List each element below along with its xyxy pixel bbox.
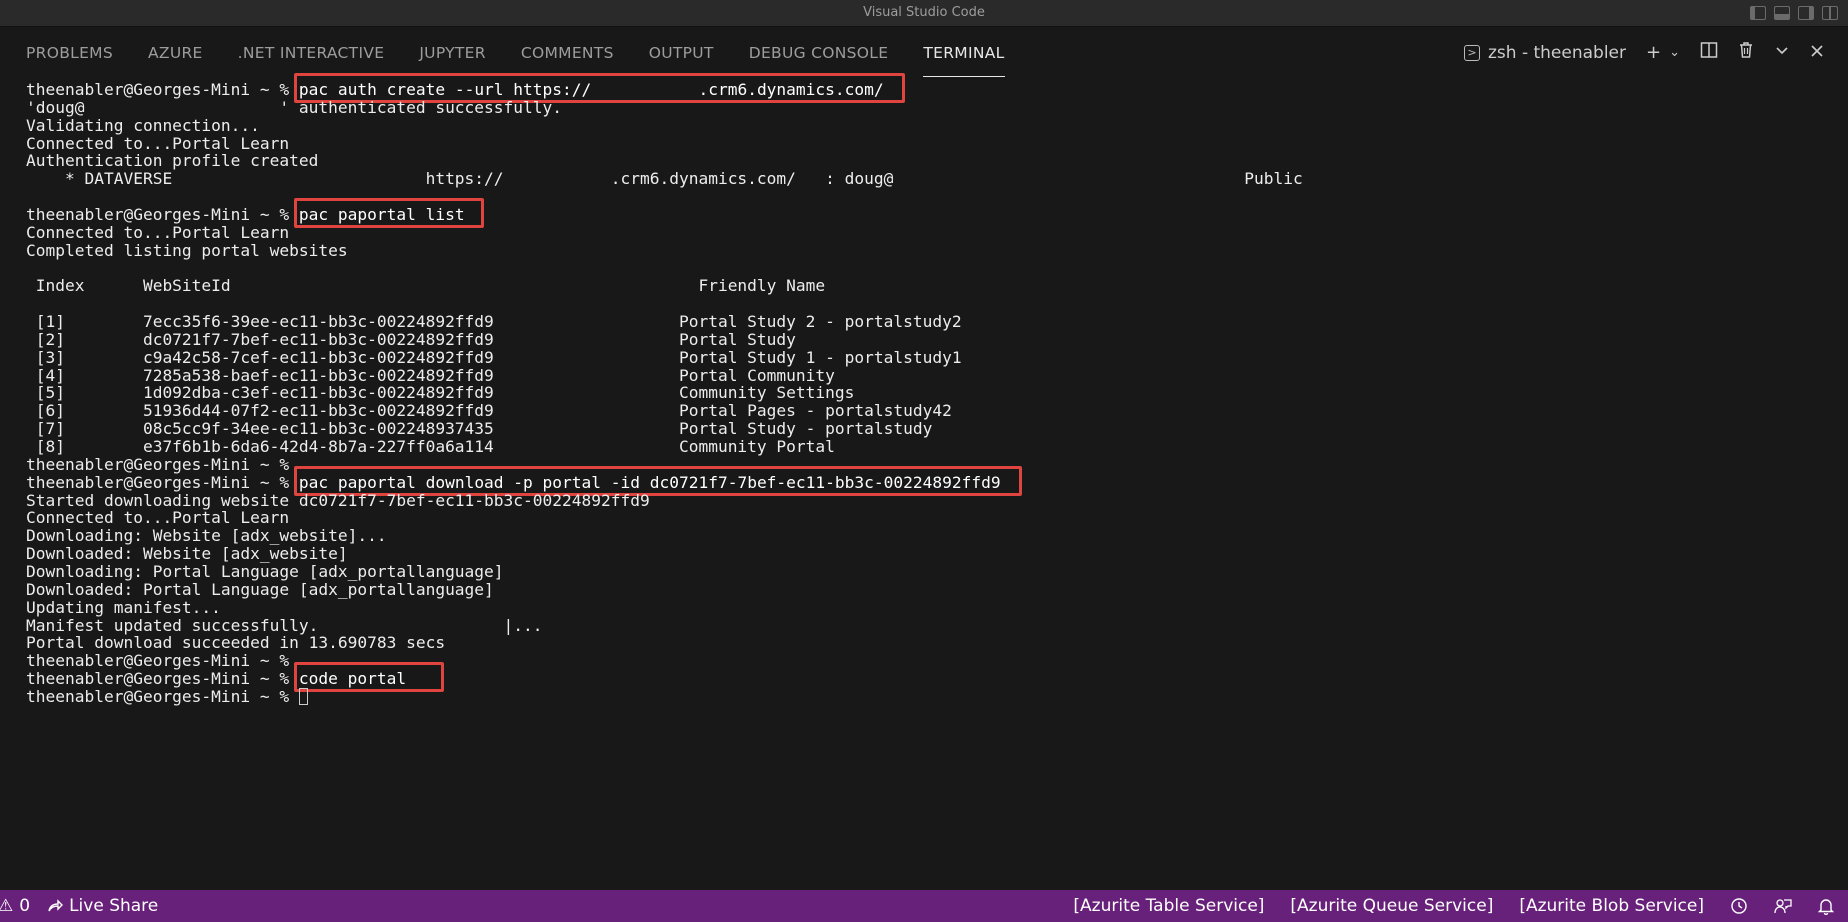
terminal-text: Index WebSiteId Friendly Name <box>26 276 826 296</box>
plus-icon[interactable]: + <box>1646 42 1661 63</box>
terminal-command: code portal <box>298 669 407 689</box>
terminal-text: * DATAVERSE https:// .crm6.dynamics.com/… <box>26 169 1303 189</box>
panel-header: PROBLEMS AZURE .NET INTERACTIVE JUPYTER COMM… <box>0 27 1848 79</box>
status-bar: ⚠ 0 Live Share [Azurite Table Service] [… <box>0 890 1848 922</box>
live-share-icon <box>48 898 64 911</box>
terminal-output-line: * DATAVERSE https:// .crm6.dynamics.com/… <box>26 168 1303 189</box>
azurite-blob-service[interactable]: [Azurite Blob Service] <box>1519 896 1704 916</box>
split-icon[interactable] <box>1700 41 1718 64</box>
terminal-output-line: Index WebSiteId Friendly Name <box>26 275 825 296</box>
bell-icon[interactable] <box>1818 897 1834 915</box>
title-bar: Visual Studio Code <box>0 0 1848 27</box>
tab-problems[interactable]: PROBLEMS <box>26 27 113 79</box>
panel-tabs: PROBLEMS AZURE .NET INTERACTIVE JUPYTER COMM… <box>26 27 1040 79</box>
problems-status[interactable]: ⚠ 0 <box>0 896 30 916</box>
tab-jupyter[interactable]: JUPYTER <box>419 27 486 79</box>
toggle-panel-icon[interactable] <box>1774 6 1790 20</box>
terminal-output-line: Completed listing portal websites <box>26 240 348 261</box>
terminal-output[interactable]: theenabler@Georges-Mini ~ % pac auth cre… <box>0 73 1848 888</box>
terminal-icon: > <box>1463 44 1480 61</box>
toggle-sidebar-icon[interactable] <box>1750 6 1766 20</box>
azurite-queue-service[interactable]: [Azurite Queue Service] <box>1290 896 1493 916</box>
customize-layout-icon[interactable] <box>1822 6 1838 20</box>
tab-net-interactive[interactable]: .NET INTERACTIVE <box>238 27 385 79</box>
layout-controls <box>1750 6 1838 20</box>
chevron-down-icon[interactable]: ⌄ <box>1669 45 1680 60</box>
chevron-up-icon[interactable] <box>1774 42 1790 63</box>
toggle-secondary-sidebar-icon[interactable] <box>1798 6 1814 20</box>
terminal-command: pac paportal list <box>298 204 465 224</box>
terminal-command-line: theenabler@Georges-Mini ~ % <box>26 686 308 707</box>
tab-comments[interactable]: COMMENTS <box>521 27 614 79</box>
trash-icon[interactable] <box>1738 41 1754 64</box>
panel-actions: > zsh - theenabler + ⌄ <box>1463 41 1824 64</box>
window-title: Visual Studio Code <box>863 5 985 20</box>
problems-count: 0 <box>19 896 31 916</box>
tab-output[interactable]: OUTPUT <box>649 27 714 79</box>
tab-debug-console[interactable]: DEBUG CONSOLE <box>749 27 889 79</box>
terminal-prompt: theenabler@Georges-Mini ~ % <box>26 686 299 706</box>
tab-terminal[interactable]: TERMINAL <box>923 27 1005 79</box>
history-icon[interactable] <box>1730 897 1748 915</box>
close-icon[interactable] <box>1810 42 1824 63</box>
live-share-button[interactable]: Live Share <box>46 896 158 916</box>
tab-azure[interactable]: AZURE <box>148 27 203 79</box>
terminal-selector[interactable]: > zsh - theenabler <box>1463 42 1626 63</box>
azurite-table-service[interactable]: [Azurite Table Service] <box>1073 896 1264 916</box>
terminal-cursor <box>298 687 308 705</box>
live-share-label: Live Share <box>69 896 159 916</box>
terminal-name: zsh - theenabler <box>1487 42 1626 63</box>
warning-icon: ⚠ <box>0 896 14 916</box>
feedback-icon[interactable] <box>1774 897 1792 915</box>
terminal-text: Completed listing portal websites <box>26 240 348 260</box>
